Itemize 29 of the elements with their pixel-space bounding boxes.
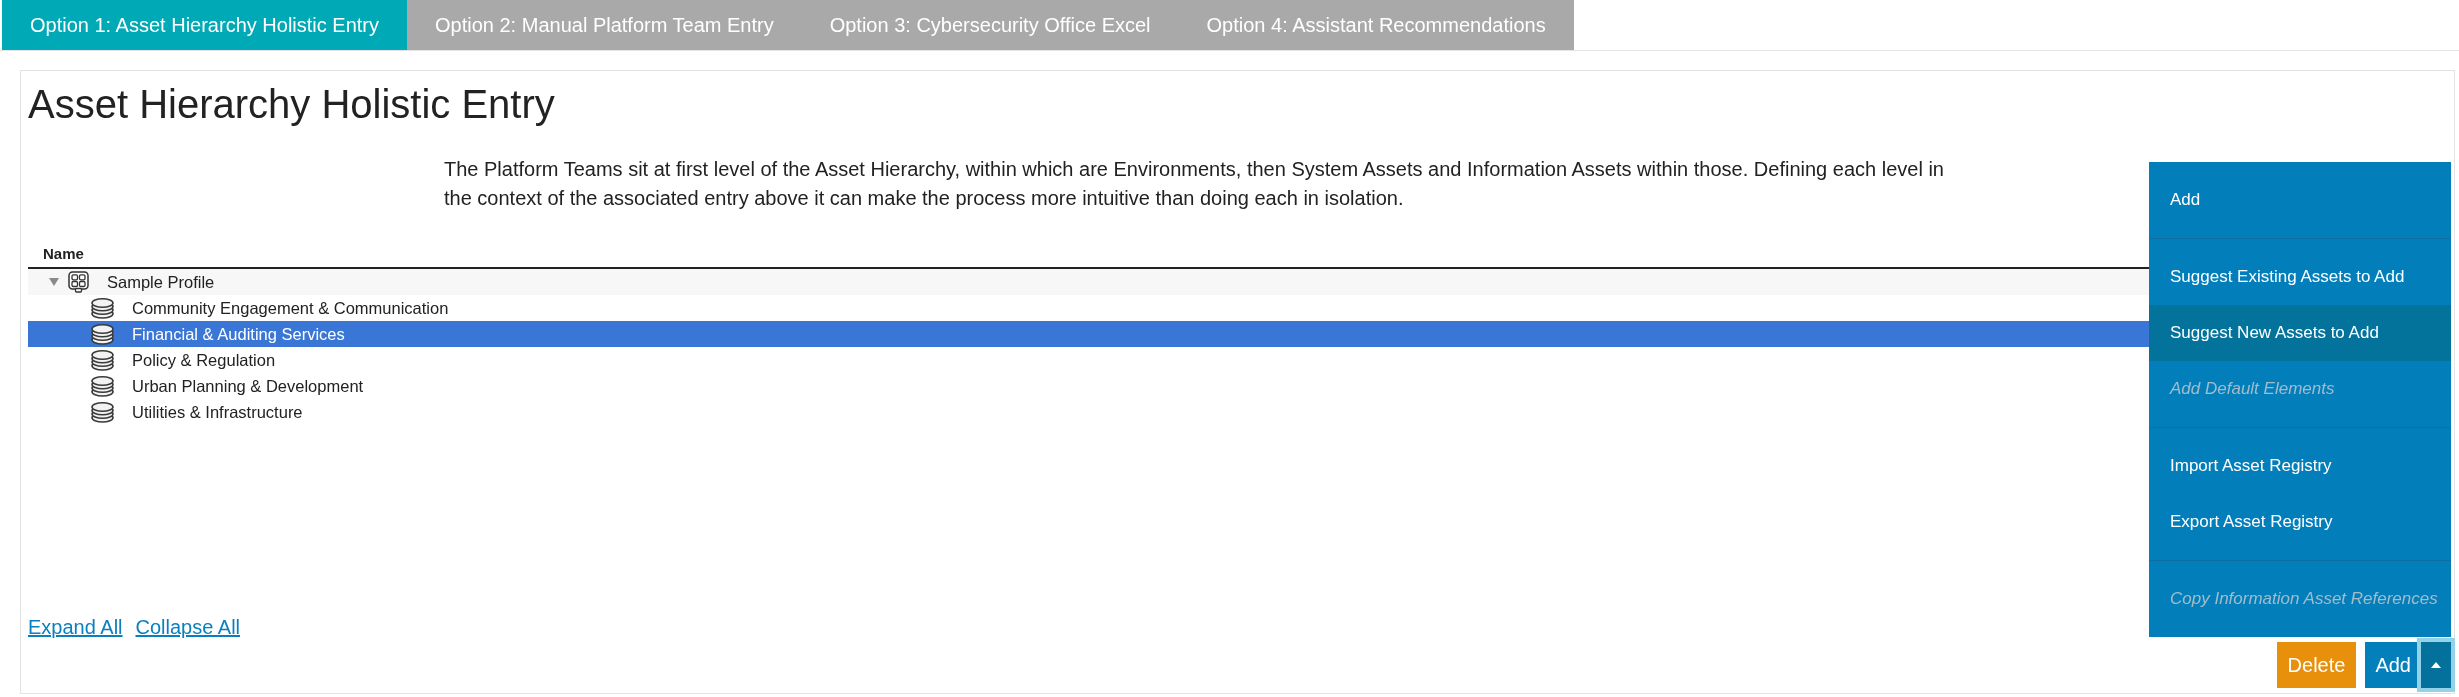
page-title: Asset Hierarchy Holistic Entry xyxy=(28,81,555,128)
collapse-all-link[interactable]: Collapse All xyxy=(135,615,241,639)
menu-item[interactable]: Add xyxy=(2149,172,2451,228)
delete-button[interactable]: Delete xyxy=(2276,642,2357,688)
menu-item[interactable]: Import Asset Registry xyxy=(2149,438,2451,494)
column-header: Name xyxy=(43,245,84,262)
menu-item[interactable]: Suggest New Assets to Add xyxy=(2149,305,2451,361)
layers-icon xyxy=(91,401,114,423)
tab[interactable]: Option 1: Asset Hierarchy Holistic Entry xyxy=(2,0,407,50)
layers-icon xyxy=(91,297,114,319)
layers-icon xyxy=(91,323,114,345)
tree-row[interactable]: Urban Planning & Development xyxy=(28,373,2149,399)
menu-item[interactable]: Export Asset Registry xyxy=(2149,494,2451,550)
caret-up-icon xyxy=(2431,662,2441,668)
tree-row[interactable]: Policy & Regulation xyxy=(28,347,2149,373)
layers-icon xyxy=(91,349,114,371)
tab[interactable]: Option 4: Assistant Recommendations xyxy=(1178,0,1574,50)
layers-icon xyxy=(91,375,114,397)
menu-item[interactable]: Suggest Existing Assets to Add xyxy=(2149,249,2451,305)
tree-row[interactable]: Financial & Auditing Services xyxy=(28,321,2149,347)
grid-square-icon xyxy=(68,271,89,293)
tree-row[interactable]: Sample Profile xyxy=(28,269,2149,295)
tree-row[interactable]: Utilities & Infrastructure xyxy=(28,399,2149,425)
caret-down-icon[interactable] xyxy=(49,278,59,286)
tab[interactable]: Option 3: Cybersecurity Office Excel xyxy=(801,0,1179,50)
tab[interactable]: Option 2: Manual Platform Team Entry xyxy=(407,0,802,50)
description-text: The Platform Teams sit at first level of the Asset Hierarchy, within which are Environments, then System Assets and Information Assets within those. Defining each level in the context of the associated entry above it can make the process more intuitive than doing each in isolation. xyxy=(444,157,1945,211)
tree-row[interactable]: Community Engagement & Communication xyxy=(28,295,2149,321)
expand-all-link[interactable]: Expand All xyxy=(28,615,123,639)
